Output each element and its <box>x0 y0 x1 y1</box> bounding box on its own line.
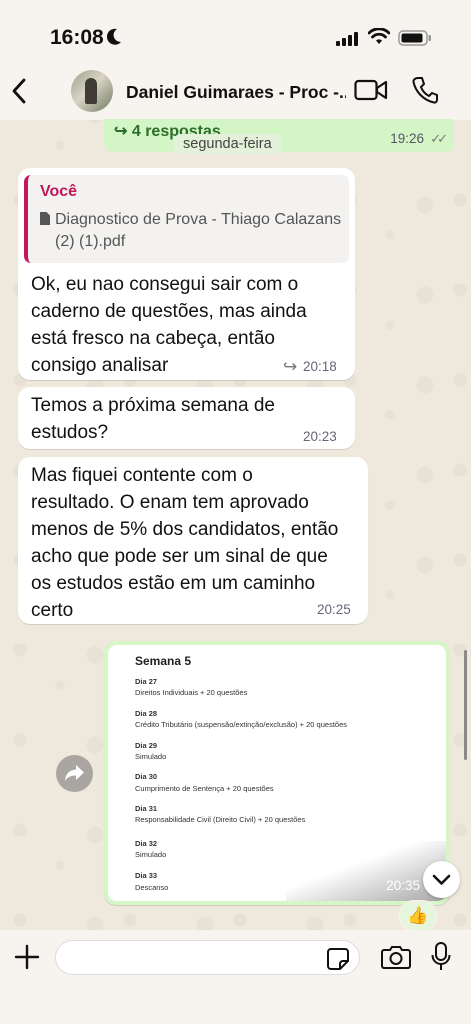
read-ticks-icon: ✓✓ <box>430 131 448 146</box>
plan-task: Direitos Individuais + 20 questões <box>135 688 248 697</box>
plan-day: Dia 33 <box>135 871 158 880</box>
wifi-icon <box>368 28 390 44</box>
message-composer <box>0 930 471 1024</box>
camera-icon[interactable] <box>381 944 411 970</box>
message-time: 20:35 <box>386 878 420 893</box>
reaction-badge[interactable]: 👍 <box>398 900 438 932</box>
plan-task: Simulado <box>135 850 167 859</box>
message-time: 19:26 <box>390 131 424 146</box>
contact-avatar[interactable] <box>71 70 113 112</box>
message-text: Mas fiquei contente com o resultado. O e… <box>31 465 339 621</box>
image-title: Semana 5 <box>135 654 192 668</box>
study-plan-image[interactable]: Semana 5 Dia 27 Direitos Individuais + 2… <box>108 645 446 901</box>
plan-day: Dia 30 <box>135 772 158 781</box>
quoted-message[interactable]: Você Diagnostico de Prova - Thiago Calaz… <box>24 175 349 263</box>
scroll-to-bottom-button[interactable] <box>423 861 460 898</box>
phone-call-icon[interactable] <box>412 76 438 104</box>
plan-day: Dia 28 <box>135 709 158 718</box>
microphone-icon[interactable] <box>431 942 451 972</box>
forward-button[interactable] <box>56 755 93 792</box>
signal-icon <box>336 32 358 46</box>
message-time: 20:23 <box>303 429 337 444</box>
battery-icon <box>398 30 431 46</box>
sticker-icon[interactable] <box>326 947 350 971</box>
status-bar: 16:08 <box>0 0 471 70</box>
plan-task: Responsabilidade Civil (Direito Civil) +… <box>135 815 306 824</box>
plan-day: Dia 31 <box>135 804 158 813</box>
plan-task: Cumprimento de Sentença + 20 questões <box>135 784 274 793</box>
quote-author: Você <box>40 183 78 200</box>
message-input[interactable] <box>55 940 360 975</box>
message-text: Ok, eu nao consegui sair com o caderno d… <box>31 274 307 376</box>
message-time: 20:18 <box>303 359 337 374</box>
document-icon <box>40 212 50 225</box>
forwarded-reply-icon: ↪ <box>283 357 298 376</box>
video-call-icon[interactable] <box>354 78 388 102</box>
image-time-shade <box>286 841 446 901</box>
message-text: Temos a próxima semana de estudos? <box>31 395 275 443</box>
plan-day: Dia 27 <box>135 677 158 686</box>
message-time: 20:25 <box>317 602 351 617</box>
contact-name[interactable]: Daniel Guimaraes - Proc -... <box>126 82 346 103</box>
status-time: 16:08 <box>50 26 104 49</box>
chevron-down-icon <box>432 874 451 885</box>
back-chevron-icon[interactable] <box>8 76 30 106</box>
outgoing-image-message[interactable]: Semana 5 Dia 27 Direitos Individuais + 2… <box>104 641 450 905</box>
plan-day: Dia 32 <box>135 839 158 848</box>
moon-icon <box>106 28 121 45</box>
plan-task: Descanso <box>135 883 169 892</box>
date-chip: segunda-feira <box>173 134 282 154</box>
plan-task: Crédito Tributário (suspensão/extinção/e… <box>135 720 347 729</box>
plan-task: Simulado <box>135 752 167 761</box>
chat-header: Daniel Guimaraes - Proc -... <box>0 70 471 120</box>
forward-arrow-icon <box>65 765 84 781</box>
plus-icon[interactable] <box>14 944 40 970</box>
quoted-file-name: Diagnostico de Prova - Thiago Calazans (… <box>55 211 342 250</box>
scrollbar[interactable] <box>464 650 467 760</box>
plan-day: Dia 29 <box>135 741 158 750</box>
